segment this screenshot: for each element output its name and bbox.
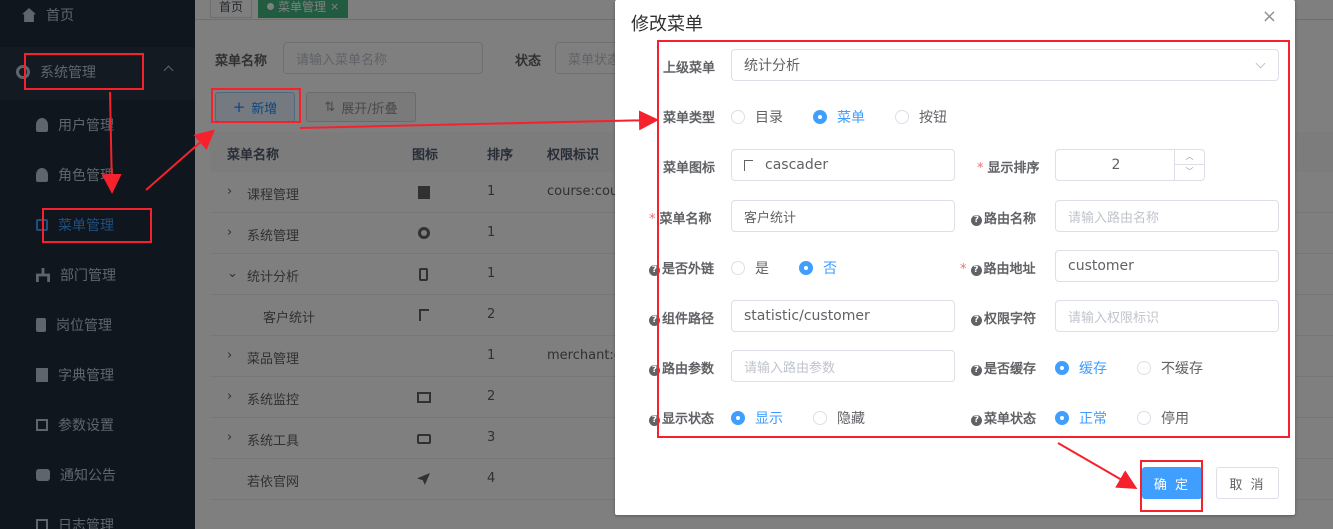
annotation-box-confirm <box>1140 460 1203 512</box>
annotation-box-form <box>657 40 1290 438</box>
annotation-box-menu <box>42 208 152 243</box>
annotation-box-add <box>211 88 301 123</box>
close-icon[interactable]: × <box>1262 6 1277 27</box>
annotation-box-system <box>24 53 144 90</box>
cancel-button[interactable]: 取 消 <box>1216 467 1279 499</box>
dialog-title: 修改菜单 <box>631 14 703 35</box>
